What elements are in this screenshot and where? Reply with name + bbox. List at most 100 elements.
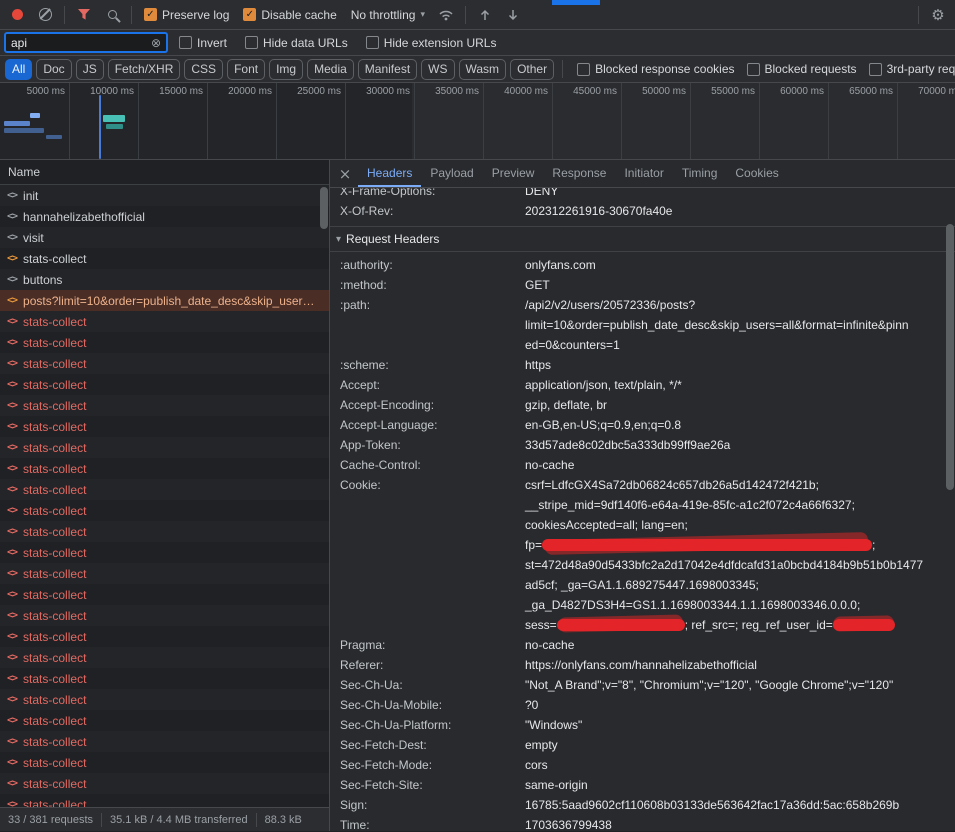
hide-extension-urls-checkbox[interactable]: Hide extension URLs [366,36,497,50]
blocked-requests-checkbox[interactable]: Blocked requests [747,62,857,76]
request-row[interactable]: <>stats-collect [0,563,329,584]
request-row[interactable]: <>stats-collect [0,500,329,521]
request-row[interactable]: <>buttons [0,269,329,290]
filter-chip-media[interactable]: Media [307,59,354,80]
name-column-header[interactable]: Name [0,160,329,185]
search-button[interactable] [99,2,125,28]
filter-chip-js[interactable]: JS [76,59,104,80]
xhr-icon: <> [7,652,17,663]
request-row[interactable]: <>stats-collect [0,752,329,773]
header-row: Cache-Control:no-cache [330,455,955,475]
network-conditions-button[interactable] [433,2,459,28]
invert-checkbox[interactable]: Invert [179,36,227,50]
timeline-gridline [759,83,760,159]
request-row[interactable]: <>visit [0,227,329,248]
request-row[interactable]: <>stats-collect [0,479,329,500]
request-row[interactable]: <>stats-collect [0,689,329,710]
filter-chip-manifest[interactable]: Manifest [358,59,417,80]
request-row[interactable]: <>stats-collect [0,584,329,605]
xhr-icon: <> [7,526,17,537]
timeline-gridline [138,83,139,159]
disable-cache-checkbox[interactable]: ✓ Disable cache [243,8,336,22]
request-row[interactable]: <>stats-collect [0,773,329,794]
throttling-select[interactable]: No throttling ▾ [351,8,425,22]
timeline-overview[interactable]: 5000 ms10000 ms15000 ms20000 ms25000 ms3… [0,83,955,160]
request-row[interactable]: <>stats-collect [0,311,329,332]
settings-button[interactable]: ⚙ [925,2,951,28]
request-row[interactable]: <>stats-collect [0,248,329,269]
preserve-log-checkbox[interactable]: ✓ Preserve log [144,8,229,22]
clear-filter-icon[interactable]: ⊗ [151,36,161,50]
header-value: en-GB,en-US;q=0.9,en;q=0.8 [525,415,955,435]
request-name: hannahelizabethofficial [23,210,145,224]
response-headers-tail: X-Frame-Options:DENYX-Of-Rev:20231226191… [330,188,955,221]
tab-cookies[interactable]: Cookies [726,160,787,187]
tab-headers[interactable]: Headers [358,160,421,187]
status-bar: 33 / 381 requests 35.1 kB / 4.4 MB trans… [0,807,329,831]
header-name: App-Token: [340,435,525,455]
request-row[interactable]: <>stats-collect [0,794,329,807]
export-har-button[interactable] [500,2,526,28]
tab-initiator[interactable]: Initiator [615,160,672,187]
request-name: stats-collect [23,693,86,707]
request-row[interactable]: <>stats-collect [0,353,329,374]
xhr-icon: <> [7,274,17,285]
filter-chip-img[interactable]: Img [269,59,303,80]
blocked-response-cookies-checkbox[interactable]: Blocked response cookies [577,62,734,76]
request-row[interactable]: <>posts?limit=10&order=publish_date_desc… [0,290,329,311]
filter-chip-ws[interactable]: WS [421,59,454,80]
header-value-text: fp= [525,538,542,552]
timeline-gridline [414,83,415,159]
request-row[interactable]: <>stats-collect [0,332,329,353]
xhr-icon: <> [7,631,17,642]
filter-input[interactable]: api ⊗ [5,33,167,52]
filter-chip-fetch-xhr[interactable]: Fetch/XHR [108,59,181,80]
request-row[interactable]: <>stats-collect [0,542,329,563]
request-row[interactable]: <>stats-collect [0,458,329,479]
request-row[interactable]: <>hannahelizabethofficial [0,206,329,227]
request-row[interactable]: <>stats-collect [0,668,329,689]
search-icon [108,10,117,19]
close-details-button[interactable]: × [332,160,358,187]
header-name: X-Of-Rev: [340,201,525,221]
request-row[interactable]: <>stats-collect [0,416,329,437]
waterfall-bar [103,115,125,122]
header-row: App-Token:33d57ade8c02dbc5a333db99ff9ae2… [330,435,955,455]
import-har-button[interactable] [472,2,498,28]
request-headers-section[interactable]: ▾ Request Headers [330,226,955,252]
filter-chip-css[interactable]: CSS [184,59,223,80]
filter-chip-other[interactable]: Other [510,59,554,80]
header-value: DENY [525,188,955,201]
scrollbar-thumb[interactable] [946,224,954,490]
request-row[interactable]: <>stats-collect [0,521,329,542]
header-value-line: __stripe_mid=9df140f6-e64a-419e-85fc-a1c… [525,495,939,515]
waterfall-bar [99,95,101,159]
tab-preview[interactable]: Preview [483,160,544,187]
tab-timing[interactable]: Timing [673,160,727,187]
filter-chip-wasm[interactable]: Wasm [459,59,507,80]
header-row: :path:/api2/v2/users/20572336/posts?limi… [330,295,955,355]
request-row[interactable]: <>stats-collect [0,626,329,647]
tab-response[interactable]: Response [543,160,615,187]
request-row[interactable]: <>init [0,185,329,206]
request-row[interactable]: <>stats-collect [0,605,329,626]
request-row[interactable]: <>stats-collect [0,710,329,731]
tab-payload[interactable]: Payload [421,160,482,187]
hide-data-urls-checkbox[interactable]: Hide data URLs [245,36,348,50]
filter-chip-doc[interactable]: Doc [36,59,71,80]
request-row[interactable]: <>stats-collect [0,395,329,416]
scrollbar-thumb[interactable] [320,187,328,229]
request-row[interactable]: <>stats-collect [0,647,329,668]
filter-chip-font[interactable]: Font [227,59,265,80]
request-row[interactable]: <>stats-collect [0,731,329,752]
filter-toggle-button[interactable] [71,2,97,28]
record-button[interactable] [4,2,30,28]
header-row: Pragma:no-cache [330,635,955,655]
filter-chip-all[interactable]: All [5,59,32,80]
request-row[interactable]: <>stats-collect [0,437,329,458]
checkbox-icon [245,36,258,49]
clear-button[interactable] [32,2,58,28]
request-row[interactable]: <>stats-collect [0,374,329,395]
timeline-gridline [69,83,70,159]
3rd-party-requests-checkbox[interactable]: 3rd-party requests [869,62,955,76]
